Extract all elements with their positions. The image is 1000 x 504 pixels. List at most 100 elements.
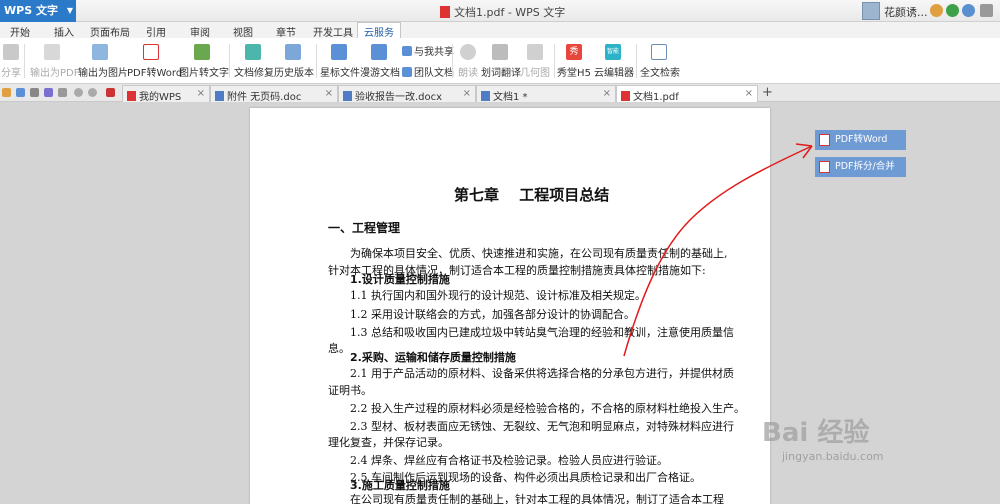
roaming-label: 漫游文档 (360, 68, 400, 79)
translate-label: 划词翻译 (481, 68, 521, 79)
history-button[interactable]: 历史版本 (274, 42, 314, 82)
paragraph: 1.1 执行国内和国外现行的设计规范、设计标准及相关规定。 (350, 289, 646, 302)
tab-developer[interactable]: 开发工具 (313, 24, 353, 39)
read-aloud-button[interactable]: 朗读 (456, 42, 480, 82)
export-pdf-button[interactable]: 输出为PDF (30, 42, 79, 82)
tab-acceptance-report[interactable]: 验收报告一改.docx × (338, 85, 476, 103)
divider (316, 44, 317, 78)
close-icon[interactable]: × (197, 88, 205, 99)
read-aloud-label: 朗读 (458, 68, 478, 79)
close-icon[interactable]: × (745, 88, 753, 99)
tab-cloud-service[interactable]: 云服务 (357, 22, 401, 39)
tab-chapter[interactable]: 章节 (276, 24, 296, 39)
tab-start[interactable]: 开始 (10, 24, 30, 39)
divider (24, 44, 25, 78)
preview-icon[interactable] (58, 88, 67, 97)
geometry-button[interactable]: 几何图 (520, 42, 550, 82)
export-image-button[interactable]: 输出为图片 (78, 42, 128, 82)
title-bar: WPS 文字 ▼ 文档1.pdf - WPS 文字 花颜诱... (0, 0, 1000, 22)
word-file-icon (481, 91, 490, 101)
divider (452, 44, 453, 78)
history-icon (285, 44, 301, 60)
paragraph: 2.4 焊条、焊丝应有合格证书及检验记录。检验人员应进行验证。 (350, 454, 668, 467)
tab-insert[interactable]: 插入 (54, 24, 74, 39)
shirt-icon[interactable] (962, 4, 975, 17)
undo-icon[interactable] (74, 88, 83, 97)
close-icon[interactable]: × (603, 88, 611, 99)
print-icon[interactable] (44, 88, 53, 97)
close-icon[interactable]: × (325, 88, 333, 99)
paragraph: 在公司现有质量责任制的基础上，针对本工程的具体情况，制订了适合本工程 (350, 493, 724, 504)
paragraph: 2.3 型材、板材表面应无锈蚀、无裂纹、无气泡和明显麻点，对特殊材料应进行 (350, 420, 734, 433)
share-with-me-label: 与我共享 (414, 47, 454, 58)
team-docs-button[interactable]: 团队文档 (402, 64, 454, 79)
paragraph: 证明书。 (328, 384, 372, 397)
tab-my-wps[interactable]: 我的WPS × (122, 85, 210, 103)
pdf-file-icon (440, 6, 450, 18)
app-menu-button[interactable]: WPS 文字 ▼ (0, 0, 76, 22)
pdf-icon (819, 134, 830, 146)
share-icon (3, 44, 19, 60)
tab-view[interactable]: 视图 (233, 24, 253, 39)
baidu-watermark: Bai 经验 jingyan.baidu.com (762, 412, 884, 463)
translate-icon (492, 44, 508, 60)
tab-attachment-doc[interactable]: 附件 无页码.doc × (210, 85, 338, 103)
shared-icon (402, 46, 412, 56)
export-pdf-icon (44, 44, 60, 60)
section-heading: 一、工程管理 (328, 221, 401, 235)
translate-button[interactable]: 划词翻译 (481, 42, 521, 82)
full-search-label: 全文检索 (640, 68, 680, 79)
paragraph: 2.2 投入生产过程的原材料必须是经检验合格的，不合格的原材料杜绝投入生产。 (350, 402, 745, 415)
xiuge-label: 秀堂H5 (557, 68, 591, 79)
cloud-editor-button[interactable]: 智能 云编辑器 (594, 42, 634, 82)
document-page[interactable]: 第七章 工程项目总结 一、工程管理 为确保本项目安全、优质、快速推进和实施，在公… (250, 108, 770, 504)
save-icon[interactable] (16, 88, 25, 97)
full-search-button[interactable]: 全文检索 (640, 42, 680, 82)
geometry-label: 几何图 (520, 68, 550, 79)
app-name: WPS 文字 (4, 4, 58, 17)
export-icon[interactable] (30, 88, 39, 97)
close-icon[interactable]: × (463, 88, 471, 99)
tab-review[interactable]: 审阅 (190, 24, 210, 39)
share-with-me-button[interactable]: 与我共享 (402, 43, 454, 58)
tab-page-layout[interactable]: 页面布局 (90, 24, 130, 39)
ribbon: 分享 输出为PDF 输出为图片 PDF转Word 图片转文字 文档修复 历史版本… (0, 38, 1000, 84)
cloud-editor-icon: 智能 (605, 44, 621, 60)
tab-document1-pdf[interactable]: 文档1.pdf × (616, 85, 758, 103)
watermark-url: jingyan.baidu.com (782, 450, 884, 463)
starred-files-button[interactable]: 星标文件 (320, 42, 360, 82)
xiuge-h5-button[interactable]: 秀秀堂H5 (557, 42, 591, 82)
image-to-text-label: 图片转文字 (179, 68, 229, 79)
new-tab-button[interactable]: + (762, 85, 773, 100)
geometry-icon (527, 44, 543, 60)
pdf-icon (819, 161, 830, 173)
customize-icon[interactable] (106, 88, 115, 97)
menu-bar: 开始 插入 页面布局 引用 审阅 视图 章节 开发工具 云服务 (0, 22, 1000, 39)
document-tab-bar: 我的WPS × 附件 无页码.doc × 验收报告一改.docx × 文档1 * × 文… (0, 84, 1000, 103)
help-icon[interactable] (980, 4, 993, 17)
doc-repair-button[interactable]: 文档修复 (234, 42, 274, 82)
image-to-text-button[interactable]: 图片转文字 (179, 42, 229, 82)
share-button[interactable]: 分享 (0, 42, 22, 82)
pdf-to-word-side-button[interactable]: PDF转Word (815, 130, 906, 150)
image-to-text-icon (194, 44, 210, 60)
wps-logo-icon (127, 91, 136, 101)
star-folder-icon (331, 44, 347, 60)
open-folder-icon[interactable] (2, 88, 11, 97)
starred-label: 星标文件 (320, 68, 360, 79)
tab-document1[interactable]: 文档1 * × (476, 85, 616, 103)
roaming-docs-button[interactable]: 漫游文档 (360, 42, 400, 82)
chevron-down-icon: ▼ (66, 6, 73, 15)
skin-icon[interactable] (930, 4, 943, 17)
color-wheel-icon[interactable] (946, 4, 959, 17)
team-icon (402, 67, 412, 77)
pdf-to-word-button[interactable]: PDF转Word (127, 42, 182, 82)
tab-references[interactable]: 引用 (146, 24, 166, 39)
team-docs-label: 团队文档 (414, 68, 454, 79)
pdf-split-merge-button[interactable]: PDF拆分/合并 (815, 157, 906, 177)
word-file-icon (343, 91, 352, 101)
redo-icon[interactable] (88, 88, 97, 97)
paragraph: 2.1 用于产品活动的原材料、设备采供将选择合格的分承包方进行，并提供材质 (350, 367, 734, 380)
divider (229, 44, 230, 78)
pdf-to-word-label: PDF转Word (127, 68, 183, 79)
